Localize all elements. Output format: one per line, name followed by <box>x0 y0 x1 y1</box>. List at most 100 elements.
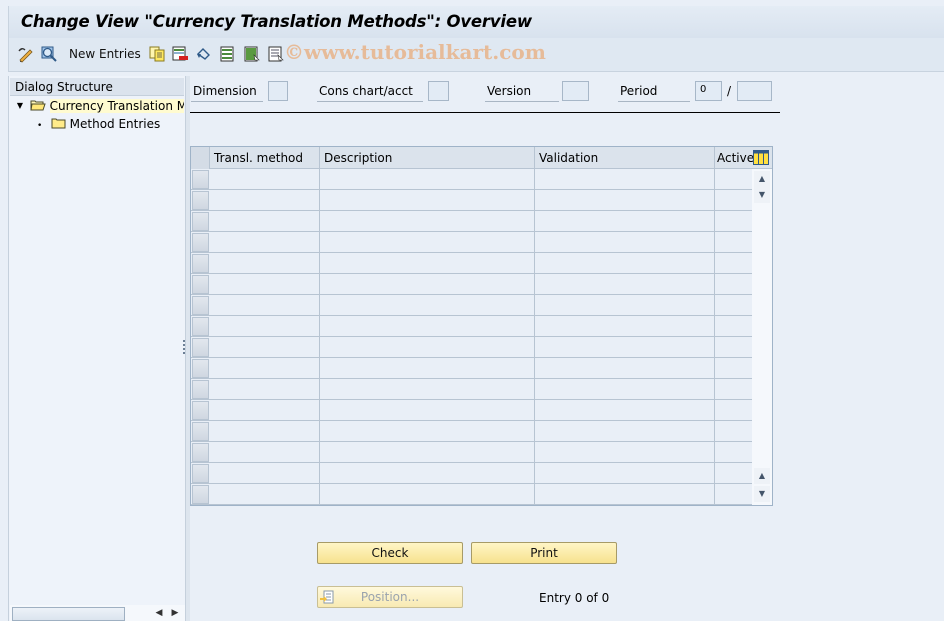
row-selector[interactable] <box>192 254 209 273</box>
splitter-grip-icon[interactable] <box>183 340 186 358</box>
table-cell[interactable] <box>715 379 752 399</box>
new-entries-button[interactable]: New Entries <box>69 47 141 61</box>
table-row[interactable] <box>191 337 752 358</box>
table-settings-icon[interactable] <box>753 150 769 165</box>
version-input[interactable] <box>562 81 589 101</box>
row-selector[interactable] <box>192 191 209 210</box>
table-row[interactable] <box>191 274 752 295</box>
table-cell[interactable] <box>715 442 752 462</box>
table-cell[interactable] <box>320 190 535 210</box>
column-header-description[interactable]: Description <box>320 147 535 169</box>
table-cell[interactable] <box>210 169 320 189</box>
table-row[interactable] <box>191 463 752 484</box>
table-cell[interactable] <box>320 316 535 336</box>
table-cell[interactable] <box>210 253 320 273</box>
table-cell[interactable] <box>535 400 715 420</box>
table-cell[interactable] <box>210 295 320 315</box>
table-cell[interactable] <box>535 232 715 252</box>
table-cell[interactable] <box>715 190 752 210</box>
table-cell[interactable] <box>210 232 320 252</box>
row-selector[interactable] <box>192 317 209 336</box>
column-header-transl-method[interactable]: Transl. method <box>210 147 320 169</box>
table-row[interactable] <box>191 253 752 274</box>
table-cell[interactable] <box>715 211 752 231</box>
scroll-page-down-icon[interactable]: ▼ <box>754 486 770 502</box>
table-cell[interactable] <box>535 421 715 441</box>
scroll-right-icon[interactable]: ▶ <box>168 606 182 620</box>
table-cell[interactable] <box>320 232 535 252</box>
table-cell[interactable] <box>535 274 715 294</box>
table-cell[interactable] <box>715 253 752 273</box>
table-cell[interactable] <box>320 379 535 399</box>
table-row[interactable] <box>191 316 752 337</box>
row-selector[interactable] <box>192 275 209 294</box>
copy-as-icon[interactable] <box>148 45 166 63</box>
print-button[interactable]: Print <box>471 542 617 564</box>
row-selector[interactable] <box>192 443 209 462</box>
table-cell[interactable] <box>210 274 320 294</box>
table-cell[interactable] <box>210 442 320 462</box>
table-cell[interactable] <box>210 400 320 420</box>
period-input[interactable]: 0 <box>695 81 722 101</box>
table-cell[interactable] <box>715 358 752 378</box>
find-icon[interactable] <box>40 45 58 63</box>
table-row[interactable] <box>191 379 752 400</box>
table-cell[interactable] <box>535 337 715 357</box>
table-cell[interactable] <box>535 442 715 462</box>
table-cell[interactable] <box>715 316 752 336</box>
row-selector[interactable] <box>192 296 209 315</box>
table-cell[interactable] <box>320 463 535 483</box>
table-cell[interactable] <box>715 169 752 189</box>
table-cell[interactable] <box>210 484 320 504</box>
table-row[interactable] <box>191 295 752 316</box>
table-row[interactable] <box>191 400 752 421</box>
table-cell[interactable] <box>535 169 715 189</box>
table-cell[interactable] <box>535 253 715 273</box>
tree-node-label[interactable]: Currency Translation Met <box>49 99 184 113</box>
display-change-icon[interactable] <box>17 45 35 63</box>
table-row[interactable] <box>191 211 752 232</box>
table-cell[interactable] <box>210 379 320 399</box>
table-row[interactable] <box>191 190 752 211</box>
dimension-input[interactable] <box>268 81 288 101</box>
row-selector[interactable] <box>192 170 209 189</box>
row-selector[interactable] <box>192 380 209 399</box>
scrollbar-thumb[interactable] <box>12 607 125 621</box>
table-cell[interactable] <box>320 169 535 189</box>
table-row[interactable] <box>191 232 752 253</box>
table-row[interactable] <box>191 484 752 505</box>
row-selector[interactable] <box>192 233 209 252</box>
table-cell[interactable] <box>715 337 752 357</box>
table-row[interactable] <box>191 421 752 442</box>
table-row[interactable] <box>191 442 752 463</box>
column-header-validation[interactable]: Validation <box>535 147 715 169</box>
table-cell[interactable] <box>535 379 715 399</box>
table-cell[interactable] <box>210 316 320 336</box>
table-cell[interactable] <box>320 421 535 441</box>
table-cell[interactable] <box>320 337 535 357</box>
column-header-active[interactable]: Active <box>715 147 755 169</box>
scroll-left-icon[interactable]: ◀ <box>152 606 166 620</box>
table-row[interactable] <box>191 358 752 379</box>
table-cell[interactable] <box>535 295 715 315</box>
table-cell[interactable] <box>210 211 320 231</box>
expand-arrow-icon[interactable]: ▼ <box>14 97 26 115</box>
deselect-all-icon[interactable] <box>267 45 285 63</box>
row-selector[interactable] <box>192 485 209 504</box>
horizontal-scrollbar[interactable]: ◀ ▶ <box>10 605 185 621</box>
table-cell[interactable] <box>715 463 752 483</box>
select-all-rows-button[interactable] <box>191 147 210 169</box>
select-all-icon[interactable] <box>219 45 237 63</box>
table-cell[interactable] <box>320 274 535 294</box>
tree-node-label[interactable]: Method Entries <box>70 117 161 131</box>
table-cell[interactable] <box>535 316 715 336</box>
row-selector[interactable] <box>192 359 209 378</box>
table-cell[interactable] <box>715 484 752 504</box>
row-selector[interactable] <box>192 212 209 231</box>
scroll-down-icon[interactable]: ▼ <box>754 187 770 203</box>
scroll-page-up-icon[interactable]: ▲ <box>754 468 770 484</box>
table-cell[interactable] <box>210 337 320 357</box>
table-cell[interactable] <box>210 358 320 378</box>
check-button[interactable]: Check <box>317 542 463 564</box>
table-cell[interactable] <box>320 253 535 273</box>
